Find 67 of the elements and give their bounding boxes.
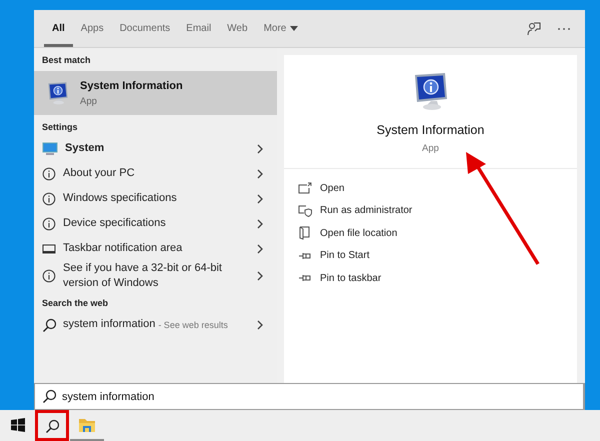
web-hint: - See web results	[158, 320, 228, 330]
settings-label: Taskbar notification area	[63, 241, 182, 256]
chevron-icon	[257, 144, 263, 154]
action-item[interactable]: Open	[298, 177, 563, 200]
chevron-icon	[257, 194, 263, 204]
chevron-icon	[257, 271, 263, 281]
best-match-item[interactable]: System Information App	[34, 71, 277, 115]
settings-item[interactable]: Windows specifications	[34, 186, 277, 211]
settings-item[interactable]: System	[34, 136, 277, 161]
settings-label: Device specifications	[63, 216, 166, 231]
monitor-icon	[42, 142, 58, 156]
settings-label: See if you have a 32-bit or 64-bit version of Windows	[63, 261, 223, 291]
windows-logo-icon	[10, 418, 24, 432]
filter-tab[interactable]: More	[256, 13, 306, 47]
action-label: Pin to taskbar	[320, 272, 382, 284]
info-icon	[42, 269, 56, 283]
web-query: system information	[63, 317, 156, 332]
filter-tab[interactable]: Apps	[72, 13, 112, 47]
settings-item[interactable]: About your PC	[34, 161, 277, 186]
action-label: Pin to Start	[320, 250, 370, 262]
door-icon	[299, 226, 311, 240]
chevron-icon	[257, 218, 263, 228]
filter-tab[interactable]: Email	[178, 13, 220, 47]
settings-item[interactable]: See if you have a 32-bit or 64-bit version of Windows	[34, 261, 277, 291]
settings-label: System	[65, 141, 104, 156]
pin-icon	[298, 273, 312, 284]
search-field[interactable]: system information	[34, 383, 585, 410]
search-icon	[42, 389, 56, 403]
person-icon	[527, 22, 541, 36]
settings-item[interactable]: Taskbar notification area	[34, 236, 277, 261]
settings-item[interactable]: Device specifications	[34, 211, 277, 236]
section-heading: Settings	[41, 121, 79, 134]
open-window-icon	[298, 182, 312, 194]
pin-icon	[298, 250, 312, 261]
action-label: Open file location	[320, 228, 398, 239]
action-item[interactable]: Open file location	[298, 222, 563, 244]
search-icon	[42, 318, 56, 332]
app-type: App	[422, 143, 439, 154]
settings-label: Windows specifications	[63, 191, 177, 206]
filter-tab[interactable]: Documents	[112, 13, 178, 47]
system-information-icon	[46, 81, 70, 105]
search-icon	[45, 418, 59, 432]
action-item[interactable]: Pin to taskbar	[298, 267, 563, 290]
result-title: System Information	[80, 80, 183, 92]
chevron-icon	[257, 244, 263, 254]
result-type: App	[80, 96, 98, 106]
taskbar-icon	[42, 242, 56, 256]
caret-icon	[290, 26, 298, 31]
web-search-item[interactable]: system information - See web results	[34, 312, 277, 337]
settings-label: About your PC	[63, 166, 135, 181]
info-icon	[42, 192, 56, 206]
action-item[interactable]: Pin to Start	[298, 244, 563, 267]
app-title: System Information	[376, 123, 484, 137]
section-heading: Best match	[41, 54, 92, 67]
info-icon	[42, 216, 56, 230]
chevron-icon	[257, 168, 263, 178]
info-icon	[42, 166, 56, 180]
action-item[interactable]: Run as administrator	[298, 200, 563, 222]
folder-icon	[78, 416, 96, 432]
action-label: Run as administrator	[320, 205, 412, 216]
section-heading: Search the web	[41, 297, 110, 310]
search-button[interactable]	[35, 410, 69, 441]
action-label: Open	[320, 182, 344, 194]
filter-tab[interactable]: Web	[219, 13, 256, 47]
chevron-icon	[257, 320, 263, 330]
shield-icon	[298, 204, 312, 218]
ellipsis-icon	[557, 26, 571, 30]
